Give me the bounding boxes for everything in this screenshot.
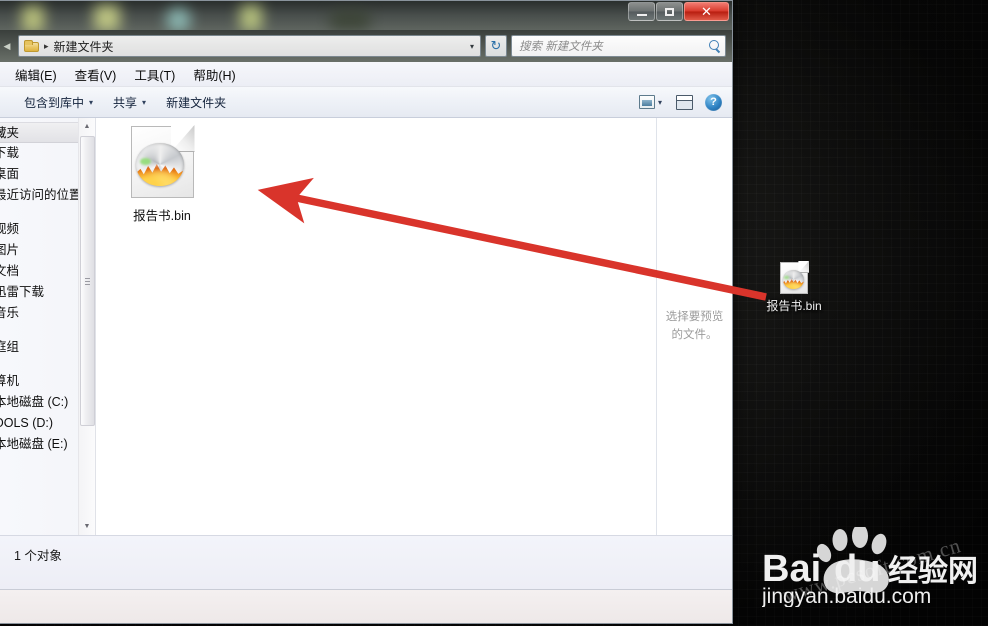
search-input[interactable]: 搜索 新建文件夹: [511, 35, 726, 57]
preview-pane-icon[interactable]: [676, 94, 693, 110]
bin-disc-file-icon: [130, 125, 195, 198]
file-list-pane[interactable]: 报告书.bin: [96, 118, 657, 535]
menu-item-view[interactable]: 查看(V): [66, 62, 126, 87]
window-body: 藏夹 下载 桌面 最近访问的位置 视频 图片 文档 迅雷下载 音乐 庭组 算机 …: [0, 118, 732, 535]
navigation-pane-scrollbar[interactable]: ▲ ▼: [78, 118, 95, 535]
refresh-glyph: ↻: [490, 38, 502, 53]
back-arrow-icon[interactable]: ◀: [0, 37, 14, 55]
minimize-icon: [636, 13, 647, 16]
command-share[interactable]: 共享 ▾: [103, 90, 156, 115]
minimize-button[interactable]: [628, 2, 655, 21]
menu-item-tools[interactable]: 工具(T): [125, 62, 184, 87]
chevron-down-icon[interactable]: ▾: [658, 98, 662, 107]
view-layout-icon[interactable]: [638, 95, 655, 109]
titlebar-glass-blur: [330, 10, 370, 30]
address-bar[interactable]: ▸ 新建文件夹 ▾: [18, 35, 481, 57]
breadcrumb-current-folder[interactable]: 新建文件夹: [54, 38, 114, 55]
command-label: 新建文件夹: [166, 95, 227, 110]
titlebar-glass-blur: [166, 8, 191, 30]
desktop-icon-label: 报告书.bin: [766, 299, 822, 313]
chevron-down-icon: ▾: [89, 97, 94, 107]
close-icon: ✕: [701, 4, 712, 19]
scrollbar-thumb[interactable]: [79, 136, 95, 426]
maximize-icon: [665, 7, 674, 16]
scroll-up-arrow-icon[interactable]: ▲: [79, 118, 96, 135]
window-controls: ✕: [628, 2, 729, 21]
close-button[interactable]: ✕: [684, 2, 729, 21]
status-bar: 1 个对象: [0, 535, 732, 589]
navigation-pane: 藏夹 下载 桌面 最近访问的位置 视频 图片 文档 迅雷下载 音乐 庭组 算机 …: [0, 118, 96, 535]
desktop-icon-bin-file[interactable]: 报告书.bin: [758, 261, 830, 314]
refresh-icon[interactable]: ↻: [485, 35, 507, 57]
status-item-count: 1 个对象: [14, 549, 62, 563]
menu-item-help[interactable]: 帮助(H): [184, 62, 244, 87]
bin-disc-file-icon: [780, 261, 809, 294]
command-label: 包含到库中: [24, 95, 85, 110]
help-icon[interactable]: ?: [705, 93, 722, 111]
file-item-label: 报告书.bin: [133, 209, 191, 223]
command-include-in-library[interactable]: 包含到库中 ▾: [14, 90, 103, 115]
file-item-bin[interactable]: 报告书.bin: [112, 125, 212, 224]
menu-bar: 编辑(E) 查看(V) 工具(T) 帮助(H): [0, 62, 732, 87]
command-bar-right-group: ▾ ?: [638, 93, 726, 111]
titlebar-glass-blur: [94, 5, 120, 30]
preview-pane-message: 选择要预览的文件。: [665, 310, 724, 341]
breadcrumb-separator: ▸: [44, 40, 49, 51]
window-titlebar[interactable]: ✕: [0, 1, 732, 30]
chevron-down-icon[interactable]: ▾: [470, 42, 476, 51]
folder-icon: [24, 40, 39, 52]
explorer-window: ✕ ◀ ▸ 新建文件夹 ▾ ↻ 搜索 新建文件夹 编辑(E) 查看(V) 工具(…: [0, 0, 733, 624]
address-bar-row: ◀ ▸ 新建文件夹 ▾ ↻ 搜索 新建文件夹: [0, 30, 732, 62]
command-new-folder[interactable]: 新建文件夹: [156, 90, 236, 115]
search-placeholder: 搜索 新建文件夹: [519, 41, 603, 53]
maximize-button[interactable]: [656, 2, 683, 21]
menu-item-edit[interactable]: 编辑(E): [6, 62, 66, 87]
window-bottom-frame: [0, 589, 732, 623]
command-bar: 包含到库中 ▾ 共享 ▾ 新建文件夹 ▾ ?: [0, 87, 732, 118]
search-icon: [709, 40, 721, 52]
titlebar-glass-blur: [22, 6, 44, 30]
chevron-down-icon: ▾: [142, 97, 147, 107]
preview-pane[interactable]: 选择要预览的文件。: [657, 118, 732, 535]
scrollbar-track[interactable]: [79, 135, 96, 518]
titlebar-glass-blur: [240, 5, 262, 30]
command-label: 共享: [113, 95, 138, 110]
scroll-down-arrow-icon[interactable]: ▼: [79, 518, 96, 535]
